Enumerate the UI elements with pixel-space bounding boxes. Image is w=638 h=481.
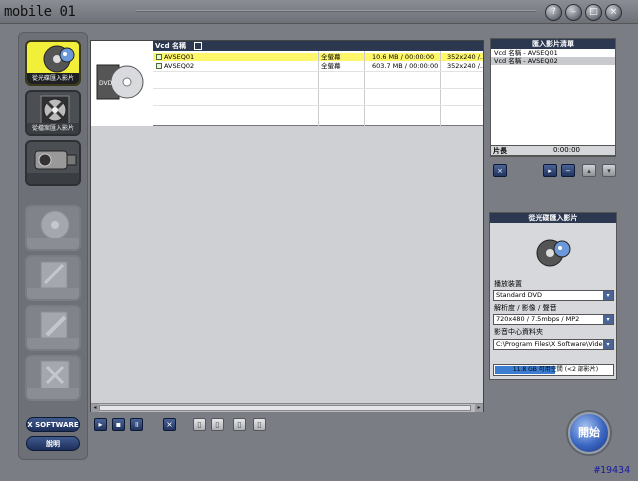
xsoftware-button[interactable]: X SOFTWARE [26, 417, 80, 432]
nav-import-camera[interactable] [25, 140, 81, 186]
row-mode: 全螢幕 [321, 62, 341, 70]
app-logo: mobile 01 [4, 4, 76, 20]
stop-button[interactable]: ▪ [112, 418, 125, 431]
start-button[interactable]: 開始 [568, 412, 610, 454]
nav-import-disc[interactable]: 從光碟匯入影片 [25, 40, 81, 86]
capacity-text: 11.8 GB 可用空間 (<2 部影片) [512, 366, 599, 373]
scroll-right-icon[interactable]: ▸ [475, 404, 483, 412]
length-label: 片長 [493, 147, 507, 155]
frame-icon: ▯ [197, 420, 202, 429]
row-resolution: 352x240 /... [447, 53, 483, 61]
nav-disabled-reel [25, 355, 81, 401]
device-label: 播放裝置 [494, 280, 522, 288]
move-up-button[interactable]: ▴ [582, 164, 596, 177]
capacity-bar: 11.8 GB 可用空間 (<2 部影片) [493, 364, 614, 376]
minimize-button[interactable]: – [565, 4, 582, 21]
row-name: AVSEQ02 [164, 62, 195, 70]
pause-icon: ॥ [134, 420, 139, 429]
nav-disabled-write [25, 305, 81, 351]
nav-label: 從光碟匯入影片 [27, 73, 79, 84]
row-checkbox[interactable] [156, 62, 162, 69]
title-divider [136, 10, 536, 12]
thumbnail-column: DVD [91, 41, 153, 126]
view-button-2[interactable]: ▯ [211, 418, 224, 431]
list-item[interactable]: Vcd 名稱 - AVSEQ01 [491, 49, 615, 57]
nav-label: 從檔案匯入影片 [27, 123, 79, 134]
chevron-down-icon: ▾ [603, 340, 613, 349]
disc-camera-icon [536, 239, 571, 267]
pause-button[interactable]: ॥ [130, 418, 143, 431]
row-divider [153, 88, 483, 89]
nav-label [27, 288, 79, 299]
row-size-time: 10.6 MB / 00:00:00 [372, 53, 435, 61]
chevron-down-icon: ▾ [603, 315, 613, 324]
row-divider [153, 105, 483, 106]
resolution-label: 解析度 / 影像 / 聲音 [494, 304, 557, 312]
device-value: Standard DVD [496, 291, 542, 299]
scroll-left-icon[interactable]: ◂ [91, 404, 99, 412]
video-list-frame: DVD Vcd 名稱 AVSEQ01 全螢幕 10.6 MB / 00:00:0… [90, 40, 484, 412]
close-button[interactable]: × [605, 4, 622, 21]
chevron-down-icon: ▾ [603, 291, 613, 300]
frame-icon: ▯ [215, 420, 220, 429]
row-divider [153, 71, 483, 72]
dvd-case-icon: DVD [96, 64, 144, 100]
nav-disabled-edit [25, 255, 81, 301]
frame-icon: ▯ [237, 420, 242, 429]
scroll-thumb[interactable] [99, 405, 471, 411]
title-bar: mobile 01 ? – □ × [0, 0, 638, 24]
nav-label [27, 173, 79, 184]
folder-select[interactable]: C:\Program Files\X Software\Video ▾ [493, 339, 614, 350]
row-name: AVSEQ01 [164, 53, 195, 61]
view-button-3[interactable]: ▯ [233, 418, 246, 431]
row-checkbox[interactable] [156, 53, 162, 60]
row-mode: 全螢幕 [321, 53, 341, 61]
list-play-button[interactable]: ▸ [543, 164, 557, 177]
view-button-4[interactable]: ▯ [253, 418, 266, 431]
list-item[interactable]: Vcd 名稱 - AVSEQ02 [491, 57, 615, 65]
length-value: 0:00:00 [553, 146, 580, 154]
nav-label [27, 338, 79, 349]
folder-value: C:\Program Files\X Software\Video [496, 340, 607, 348]
list-header: Vcd 名稱 [153, 41, 483, 51]
nav-disabled-disc [25, 205, 81, 251]
list-header-label: Vcd 名稱 [155, 42, 187, 50]
remove-button[interactable]: × [163, 418, 176, 431]
svg-text:DVD: DVD [99, 80, 113, 87]
list-remove-button[interactable]: − [561, 164, 575, 177]
x-icon: × [166, 420, 173, 429]
move-down-button[interactable]: ▾ [602, 164, 616, 177]
column-toggle-icon[interactable] [194, 42, 203, 50]
nav-label [27, 388, 79, 399]
import-list-panel: 匯入影片清單 Vcd 名稱 - AVSEQ01 Vcd 名稱 - AVSEQ02 [490, 38, 616, 157]
resolution-value: 720x480 / 7.5mbps / MP2 [496, 315, 580, 323]
disc-import-title: 從光碟匯入影片 [490, 213, 616, 223]
nav-import-file[interactable]: 從檔案匯入影片 [25, 90, 81, 136]
frame-icon: ▯ [257, 420, 262, 429]
svg-text:mobile 01: mobile 01 [4, 4, 75, 20]
row-size-time: 603.7 MB / 00:00:00 [372, 62, 439, 70]
play-button[interactable]: ▸ [94, 418, 107, 431]
disc-import-panel: 從光碟匯入影片 播放裝置 Standard DVD ▾ 解析度 / 影像 / 聲… [489, 212, 617, 380]
length-row: 片長 0:00:00 [490, 145, 616, 156]
folder-label: 影音中心資料夾 [494, 328, 543, 336]
help-text-button[interactable]: 說明 [26, 436, 80, 451]
stop-icon: ▪ [115, 420, 122, 429]
maximize-button[interactable]: □ [585, 4, 602, 21]
horizontal-scrollbar[interactable]: ◂ ▸ [91, 403, 483, 412]
clear-list-button[interactable]: × [493, 164, 507, 177]
video-list: DVD Vcd 名稱 AVSEQ01 全螢幕 10.6 MB / 00:00:0… [91, 41, 483, 126]
help-button[interactable]: ? [545, 4, 562, 21]
view-button-1[interactable]: ▯ [193, 418, 206, 431]
play-icon: ▸ [98, 420, 103, 429]
row-resolution: 352x240 /... [447, 62, 483, 70]
nav-label [27, 238, 79, 249]
device-select[interactable]: Standard DVD ▾ [493, 290, 614, 301]
import-list-title: 匯入影片清單 [491, 39, 615, 49]
resolution-select[interactable]: 720x480 / 7.5mbps / MP2 ▾ [493, 314, 614, 325]
watermark: #19434 [594, 465, 631, 476]
